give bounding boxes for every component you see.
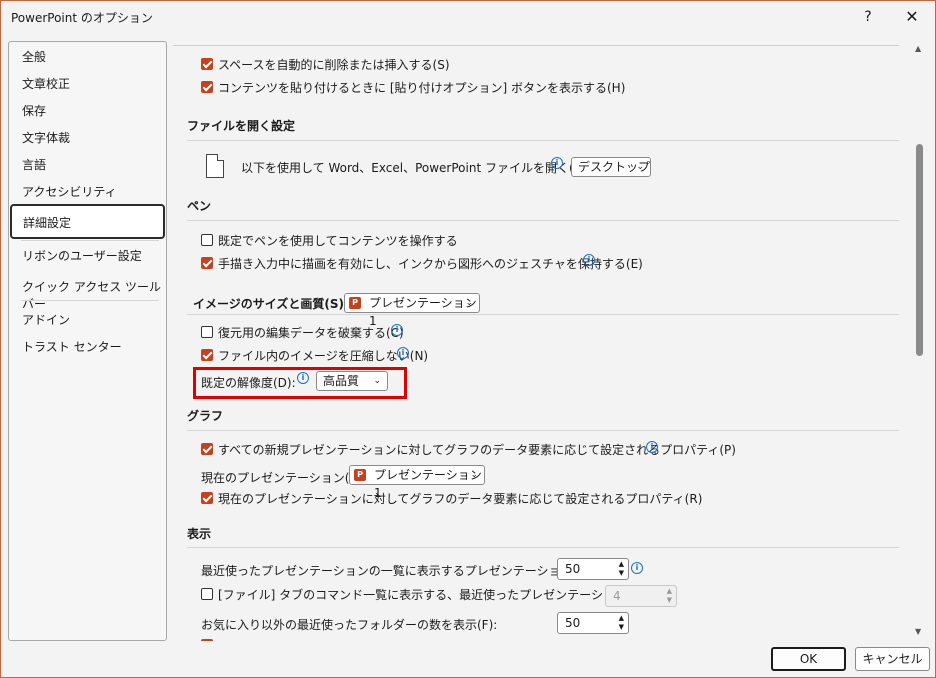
chart-current-label: 現在のプレゼンテーション(C): [201,471,367,485]
sidebar-item-customize-ribbon[interactable]: リボンのユーザー設定 [22,247,142,264]
recent-count-stepper[interactable]: 50 ▲ ▼ [557,558,629,580]
chevron-down-icon: ⌄ [636,162,644,172]
recent-folders-value: 50 [565,616,581,630]
chart-current-props-label: 現在のプレゼンテーションに対してグラフのデータ要素に応じて設定されるプロパティ(… [218,492,703,506]
paste-options-label: コンテンツを貼り付けるときに [貼り付けオプション] ボタンを表示する(H) [218,81,626,95]
info-icon[interactable]: i [551,157,563,169]
recent-folders-stepper[interactable]: 50 ▲ ▼ [557,612,629,634]
file-tab-recent-value: 4 [613,589,621,603]
file-tab-recent-stepper[interactable]: 4 ▲ ▼ [605,585,677,607]
sidebar-item-advanced-label: 詳細設定 [23,216,72,230]
default-pen-checkbox[interactable] [201,234,213,246]
discard-edit-checkbox[interactable] [201,326,213,338]
divider [187,430,899,431]
info-icon[interactable]: i [631,562,643,574]
sidebar-item-typography[interactable]: 文字体裁 [22,129,70,146]
recent-count-value: 50 [565,562,581,576]
file-open-label: 以下を使用して Word、Excel、PowerPoint ファイルを開く(P)… [241,161,590,175]
file-open-select[interactable]: デスクトップ ⌄ [571,157,651,177]
resolution-highlight-box [193,367,407,399]
cancel-button[interactable]: キャンセル [855,647,930,671]
file-open-heading: ファイルを開く設定 [187,119,296,133]
stepper-arrows-icon[interactable]: ▲ ▼ [667,587,672,605]
sidebar-divider [21,240,159,241]
help-button[interactable]: ? [853,5,883,29]
ink-gesture-label: 手描き入力中に描画を有効にし、インクから図形へのジェスチャを保持する(E) [218,257,643,271]
scroll-down-icon[interactable]: ▼ [915,627,921,636]
sidebar-item-accessibility[interactable]: アクセシビリティ [22,183,117,200]
chart-all-new-label: すべての新規プレゼンテーションに対してグラフのデータ要素に応じて設定されるプロパ… [218,443,736,457]
ok-button[interactable]: OK [771,647,846,671]
info-icon[interactable]: i [646,441,658,453]
chevron-down-icon: ⌄ [465,298,473,308]
info-icon[interactable]: i [397,347,409,359]
image-file-select[interactable]: P プレゼンテーション1 ⌄ [344,293,480,328]
divider [187,547,899,548]
stepper-arrows-icon[interactable]: ▲ ▼ [619,614,624,632]
chevron-down-icon: ⌄ [470,470,478,480]
image-quality-heading: イメージのサイズと画質(S) [193,297,345,311]
info-icon[interactable]: i [391,324,403,336]
chart-current-props-checkbox[interactable] [201,492,213,504]
sidebar-item-proofing[interactable]: 文章校正 [22,75,70,92]
recent-count-label: 最近使ったプレゼンテーションの一覧に表示するプレゼンテーションの数(R): [201,564,619,578]
stepper-arrows-icon[interactable]: ▲ ▼ [619,560,624,578]
ink-gesture-checkbox[interactable] [201,257,213,269]
sidebar-item-general[interactable]: 全般 [22,48,46,65]
smart-space-label: スペースを自動的に削除または挿入する(S) [218,58,450,72]
scrollbar-thumb[interactable] [916,144,923,356]
sidebar-item-save[interactable]: 保存 [22,102,46,119]
document-icon [206,154,224,178]
sidebar-item-addins[interactable]: アドイン [22,311,70,328]
chart-all-new-checkbox[interactable] [201,443,213,455]
file-tab-recent-checkbox[interactable] [201,588,213,600]
powerpoint-file-icon: P [349,297,361,309]
display-heading: 表示 [187,527,212,541]
dialog-title: PowerPoint のオプション [11,11,153,25]
close-button[interactable]: ✕ [897,5,927,29]
recent-folders-label: お気に入り以外の最近使ったフォルダーの数を表示(F): [201,618,498,632]
info-icon[interactable]: i [583,254,595,266]
sidebar-divider [21,300,159,301]
settings-panel: スペースを自動的に削除または挿入する(S) コンテンツを貼り付けるときに [貼り… [173,41,911,641]
chart-heading: グラフ [187,409,224,423]
vertical-scrollbar[interactable]: ▲ ▼ [913,41,927,639]
options-dialog: PowerPoint のオプション ? ✕ 全般 文章校正 保存 文字体裁 言語… [0,0,936,678]
powerpoint-file-icon: P [354,469,366,481]
default-pen-label: 既定でペンを使用してコンテンツを操作する [218,234,458,248]
no-compress-checkbox[interactable] [201,349,213,361]
title-bar: PowerPoint のオプション ? ✕ [1,1,935,33]
divider [173,45,899,46]
scroll-up-icon[interactable]: ▲ [915,44,921,53]
paste-options-checkbox[interactable] [201,81,213,93]
discard-edit-label: 復元用の編集データを破棄する(C) [218,326,404,340]
sidebar-item-trust-center[interactable]: トラスト センター [22,338,122,355]
divider [187,220,899,221]
divider [187,140,899,141]
partial-checkbox[interactable] [201,639,213,641]
chart-current-select[interactable]: P プレゼンテーション1 ⌄ [349,465,485,500]
smart-space-checkbox[interactable] [201,58,213,70]
pen-heading: ペン [187,199,212,213]
sidebar-item-language[interactable]: 言語 [22,156,46,173]
sidebar-item-advanced[interactable]: 詳細設定 [10,204,165,239]
divider [187,314,899,315]
category-sidebar: 全般 文章校正 保存 文字体裁 言語 アクセシビリティ 詳細設定 リボンのユーザ… [8,41,167,641]
sidebar-item-quick-access[interactable]: クイック アクセス ツール バー [22,278,166,312]
